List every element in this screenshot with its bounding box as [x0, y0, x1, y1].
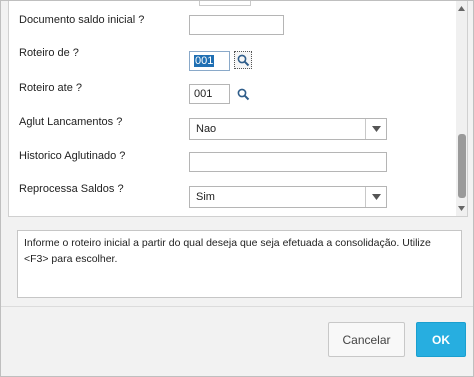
roteiro-ate-input[interactable]: 001: [189, 84, 230, 104]
parameters-dialog: Documento saldo inicial ? Roteiro de ? 0…: [0, 0, 474, 377]
scroll-up-button[interactable]: [456, 3, 467, 13]
vertical-scrollbar[interactable]: [456, 1, 467, 216]
label-historico-aglutinado: Historico Aglutinado ?: [19, 150, 126, 162]
scroll-up-icon: [458, 5, 465, 11]
scroll-down-button[interactable]: [456, 203, 467, 213]
footer-divider: [1, 306, 473, 307]
label-roteiro-ate: Roteiro ate ?: [19, 82, 82, 94]
roteiro-de-search-button[interactable]: [234, 51, 252, 69]
roteiro-de-value: 001: [194, 55, 215, 67]
ok-button[interactable]: OK: [416, 322, 466, 357]
search-icon: [237, 54, 249, 66]
label-aglut-lancamentos: Aglut Lancamentos ?: [19, 116, 123, 128]
partial-field-above: [199, 1, 251, 6]
dropdown-arrow[interactable]: [365, 119, 386, 139]
scroll-down-icon: [458, 205, 465, 211]
roteiro-ate-search-button[interactable]: [234, 85, 252, 103]
parameters-panel: Documento saldo inicial ? Roteiro de ? 0…: [8, 1, 468, 217]
label-reprocessa-saldos: Reprocessa Saldos ?: [19, 183, 124, 195]
dropdown-arrow[interactable]: [365, 187, 386, 207]
reprocessa-saldos-value: Sim: [196, 191, 215, 203]
roteiro-de-input[interactable]: 001: [189, 51, 230, 71]
help-text-box: Informe o roteiro inicial a partir do qu…: [17, 230, 462, 298]
historico-aglutinado-input[interactable]: [189, 152, 387, 172]
chevron-down-icon: [371, 194, 381, 200]
reprocessa-saldos-select[interactable]: Sim: [189, 186, 387, 208]
aglut-lancamentos-select[interactable]: Nao: [189, 118, 387, 140]
cancel-button[interactable]: Cancelar: [328, 322, 405, 357]
aglut-lancamentos-value: Nao: [196, 123, 217, 135]
scrollbar-thumb[interactable]: [458, 134, 466, 198]
chevron-down-icon: [371, 126, 381, 132]
label-documento-saldo-inicial: Documento saldo inicial ?: [19, 14, 145, 26]
documento-saldo-inicial-input[interactable]: [189, 15, 284, 35]
label-roteiro-de: Roteiro de ?: [19, 47, 79, 59]
search-icon: [237, 88, 249, 100]
